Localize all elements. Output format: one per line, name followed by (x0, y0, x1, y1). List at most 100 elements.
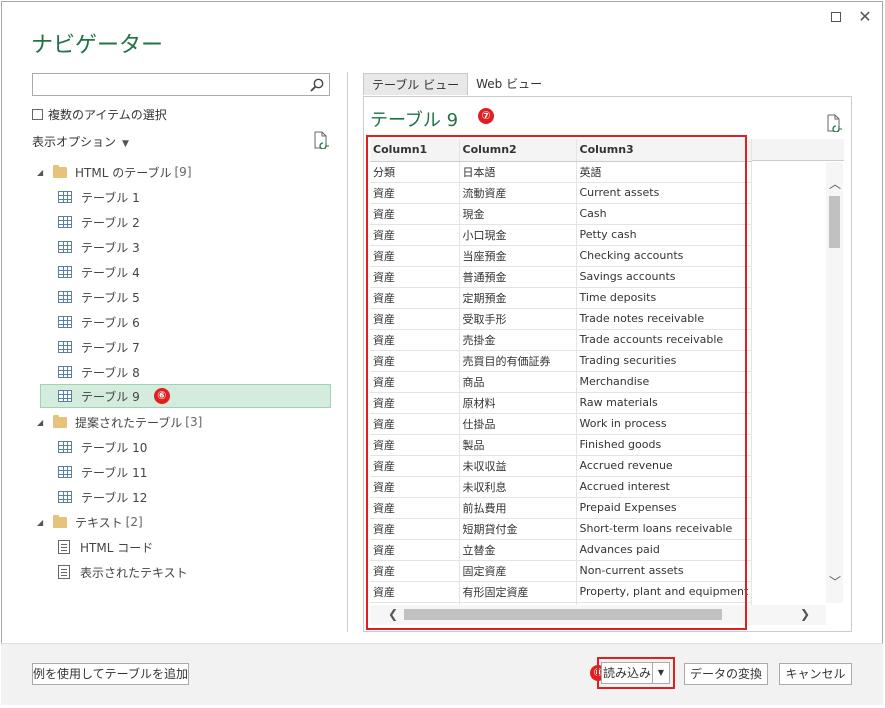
table-cell[interactable]: 資産 (370, 308, 460, 330)
tab-table-view[interactable]: テーブル ビュー (363, 73, 469, 95)
table-cell[interactable]: 資産 (370, 497, 460, 519)
table-cell[interactable]: 製品 (459, 434, 577, 456)
table-cell[interactable]: 未収利息 (459, 476, 577, 498)
table-cell[interactable]: Raw materials (576, 392, 753, 414)
tree-item-table-8[interactable]: テーブル 8 (58, 360, 140, 384)
table-cell[interactable]: 普通預金 (459, 266, 577, 288)
tree-item-table-7[interactable]: テーブル 7 (58, 335, 140, 359)
tree-item-table-4[interactable]: テーブル 4 (58, 260, 140, 284)
table-cell[interactable]: Non-current assets (576, 560, 753, 582)
table-cell[interactable]: Time deposits (576, 287, 753, 309)
tree-group-suggested-tables[interactable]: ◢ 提案されたテーブル [3] (37, 410, 202, 434)
display-options-button[interactable]: 表示オプション ▼ (32, 133, 129, 150)
scroll-up-icon[interactable]: ︿ (829, 178, 841, 190)
table-cell[interactable]: 資産 (370, 224, 460, 246)
table-cell[interactable]: 資産 (370, 434, 460, 456)
table-cell[interactable]: Trade accounts receivable (576, 329, 753, 351)
table-cell[interactable]: 当座預金 (459, 245, 577, 267)
table-cell[interactable]: 資産 (370, 560, 460, 582)
table-cell[interactable]: 定期預金 (459, 287, 577, 309)
table-cell[interactable]: 小口現金 (459, 224, 577, 246)
multi-select-option[interactable]: 複数のアイテムの選択 (32, 106, 167, 123)
horizontal-scroll-thumb[interactable] (404, 609, 722, 620)
table-cell[interactable]: 流動資産 (459, 182, 577, 204)
table-cell[interactable]: 売掛金 (459, 329, 577, 351)
refresh-icon[interactable] (313, 131, 329, 149)
table-cell[interactable]: Finished goods (576, 434, 753, 456)
table-cell[interactable]: 未収収益 (459, 455, 577, 477)
table-cell[interactable]: Short-term loans receivable (576, 518, 753, 540)
scroll-down-icon[interactable]: ﹀ (829, 576, 841, 588)
tree-item-table-3[interactable]: テーブル 3 (58, 235, 140, 259)
table-cell[interactable]: Advances paid (576, 539, 753, 561)
tree-item-table-12[interactable]: テーブル 12 (58, 485, 147, 509)
table-cell[interactable]: 前払費用 (459, 497, 577, 519)
table-cell[interactable]: Cash (576, 203, 753, 225)
column-header[interactable]: Column2 (459, 139, 577, 162)
table-cell[interactable]: 資産 (370, 476, 460, 498)
load-button[interactable]: 読み込み (601, 662, 653, 684)
maximize-button[interactable] (827, 8, 845, 26)
table-cell[interactable]: 資産 (370, 329, 460, 351)
table-cell[interactable]: 資産 (370, 518, 460, 540)
table-cell[interactable]: 資産 (370, 392, 460, 414)
table-cell[interactable]: 資産 (370, 350, 460, 372)
table-cell[interactable]: 短期貸付金 (459, 518, 577, 540)
table-cell[interactable]: 資産 (370, 455, 460, 477)
table-cell[interactable]: Work in process (576, 413, 753, 435)
table-cell[interactable]: Property, plant and equipment (576, 581, 753, 603)
pane-divider[interactable] (347, 72, 348, 632)
table-cell[interactable]: 受取手形 (459, 308, 577, 330)
multi-select-checkbox[interactable] (32, 109, 43, 120)
table-cell[interactable]: 日本語 (459, 161, 577, 183)
table-cell[interactable]: Trade notes receivable (576, 308, 753, 330)
collapse-triangle-icon[interactable]: ◢ (37, 418, 45, 427)
tree-item-table-2[interactable]: テーブル 2 (58, 210, 140, 234)
table-cell[interactable]: Savings accounts (576, 266, 753, 288)
add-table-using-examples-button[interactable]: 例を使用してテーブルを追加 (32, 663, 189, 685)
table-cell[interactable]: Trading securities (576, 350, 753, 372)
close-button[interactable]: ✕ (856, 8, 874, 26)
tree-item-table-10[interactable]: テーブル 10 (58, 435, 147, 459)
table-cell[interactable]: Current assets (576, 182, 753, 204)
table-cell[interactable]: 仕掛品 (459, 413, 577, 435)
tree-group-text[interactable]: ◢ テキスト [2] (37, 510, 143, 534)
search-icon[interactable] (309, 77, 325, 93)
load-dropdown-button[interactable]: ▼ (652, 662, 670, 684)
table-cell[interactable]: 資産 (370, 539, 460, 561)
table-cell[interactable]: Checking accounts (576, 245, 753, 267)
vertical-scroll-thumb[interactable] (829, 196, 840, 248)
table-cell[interactable]: 資産 (370, 266, 460, 288)
tree-group-html-tables[interactable]: ◢ HTML のテーブル [9] (37, 160, 192, 184)
table-cell[interactable]: Merchandise (576, 371, 753, 393)
horizontal-scrollbar[interactable]: ❮ ❯ (370, 605, 826, 625)
table-cell[interactable]: 現金 (459, 203, 577, 225)
table-cell[interactable]: 立替金 (459, 539, 577, 561)
table-cell[interactable]: 資産 (370, 371, 460, 393)
tree-item-table-11[interactable]: テーブル 11 (58, 460, 147, 484)
collapse-triangle-icon[interactable]: ◢ (37, 518, 45, 527)
vertical-scrollbar[interactable]: ︿ ﹀ (826, 162, 843, 603)
table-cell[interactable]: 原材料 (459, 392, 577, 414)
collapse-triangle-icon[interactable]: ◢ (37, 168, 45, 177)
table-cell[interactable]: 資産 (370, 203, 460, 225)
table-cell[interactable]: 資産 (370, 245, 460, 267)
tree-item-table-9[interactable]: テーブル 9 ⑥ (40, 384, 331, 408)
tree-item-displayed-text[interactable]: 表示されたテキスト (58, 560, 188, 584)
search-input[interactable] (33, 74, 305, 95)
table-cell[interactable]: 売買目的有価証券 (459, 350, 577, 372)
table-cell[interactable]: 英語 (576, 161, 753, 183)
table-cell[interactable]: 資産 (370, 413, 460, 435)
tree-item-table-6[interactable]: テーブル 6 (58, 310, 140, 334)
table-cell[interactable]: 有形固定資産 (459, 581, 577, 603)
table-cell[interactable]: 分類 (370, 161, 460, 183)
table-cell[interactable]: Accrued interest (576, 476, 753, 498)
tree-item-table-1[interactable]: テーブル 1 (58, 185, 140, 209)
tree-item-table-5[interactable]: テーブル 5 (58, 285, 140, 309)
table-cell[interactable]: 資産 (370, 182, 460, 204)
table-cell[interactable]: 資産 (370, 287, 460, 309)
scroll-right-icon[interactable]: ❯ (800, 608, 810, 620)
cancel-button[interactable]: キャンセル (779, 663, 852, 685)
table-cell[interactable]: 資産 (370, 581, 460, 603)
table-cell[interactable]: 商品 (459, 371, 577, 393)
